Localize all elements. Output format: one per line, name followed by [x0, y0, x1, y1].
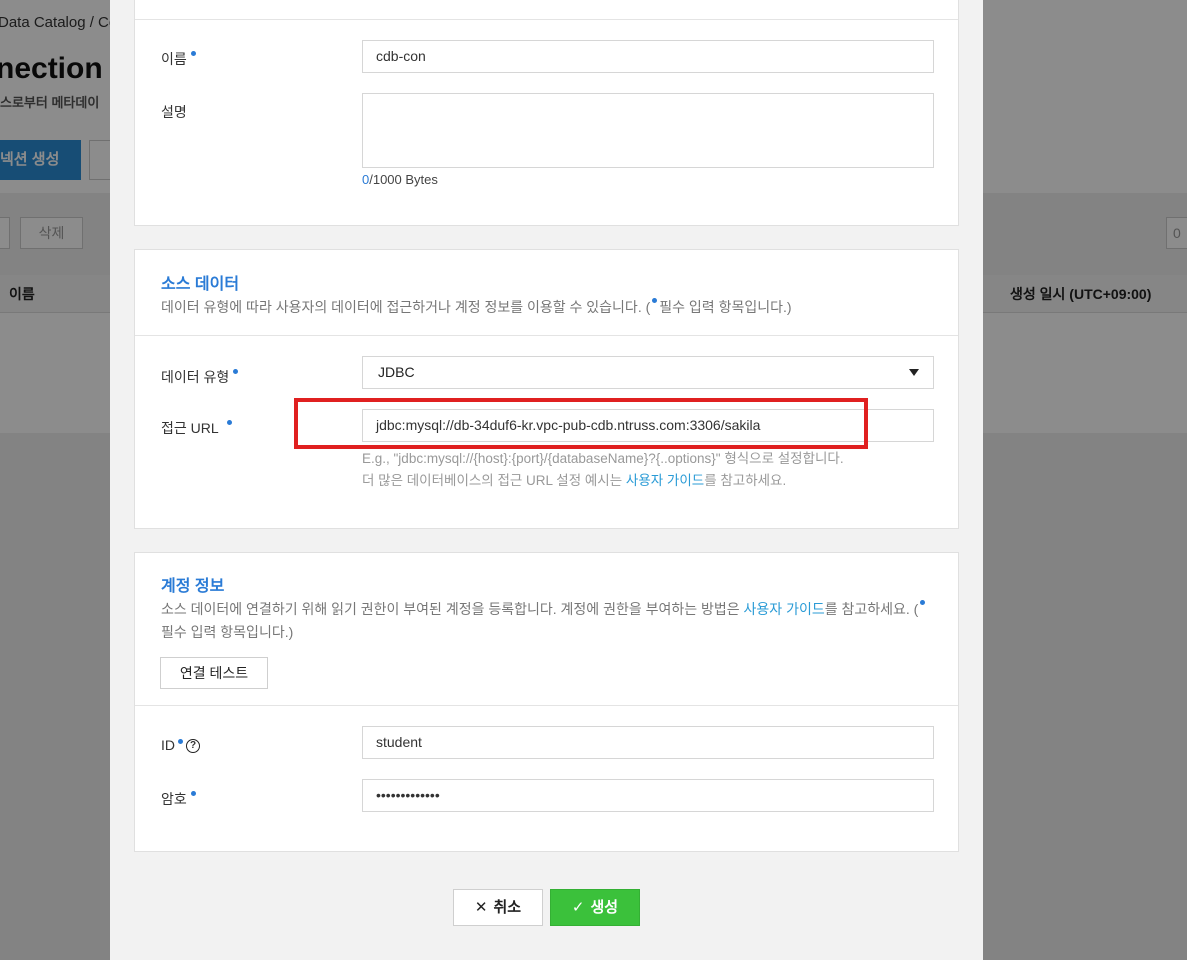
account-section-title: 계정 정보 — [161, 578, 225, 595]
check-icon: ✓ — [571, 899, 585, 916]
required-dot-icon — [920, 600, 926, 605]
description-textarea[interactable] — [362, 93, 934, 168]
helper-prefix: 더 많은 데이터베이스의 접근 URL 설정 예시는 — [362, 473, 626, 488]
data-type-select[interactable]: JDBC — [362, 356, 934, 389]
required-dot-icon — [178, 739, 183, 744]
password-label: 암호 — [161, 789, 196, 809]
account-section-desc: 소스 데이터에 연결하기 위해 읽기 권한이 부여된 계정을 등록합니다. 계정… — [161, 598, 927, 644]
access-url-label-text: 접근 URL — [161, 420, 219, 436]
byte-counter: 0/1000 Bytes — [362, 172, 438, 187]
close-icon: ✕ — [474, 899, 488, 916]
id-label-text: ID — [161, 737, 175, 753]
access-url-label: 접근 URL — [161, 418, 232, 438]
name-label-text: 이름 — [161, 51, 187, 67]
required-dot-icon — [226, 420, 232, 425]
account-info-card: 계정 정보 소스 데이터에 연결하기 위해 읽기 권한이 부여된 계정을 등록합… — [134, 552, 959, 852]
source-data-card: 소스 데이터 데이터 유형에 따라 사용자의 데이터에 접근하거나 계정 정보를… — [134, 249, 959, 529]
user-guide-link[interactable]: 사용자 가이드 — [626, 473, 704, 488]
create-button[interactable]: ✓ 생성 — [550, 889, 640, 926]
data-type-label: 데이터 유형 — [161, 367, 239, 387]
caret-down-icon — [909, 369, 919, 376]
account-desc-prefix: 소스 데이터에 연결하기 위해 읽기 권한이 부여된 계정을 등록합니다. 계정… — [161, 601, 744, 617]
source-desc-suffix: 필수 입력 항목입니다.) — [659, 299, 792, 315]
divider — [135, 19, 958, 20]
account-desc-mid: 를 참고하세요. ( — [824, 601, 919, 617]
id-label: ID? — [161, 737, 200, 754]
url-helper-guide: 더 많은 데이터베이스의 접근 URL 설정 예시는 사용자 가이드를 참고하세… — [362, 470, 786, 492]
id-input[interactable]: student — [362, 726, 934, 759]
required-dot-icon — [652, 298, 658, 303]
divider — [135, 705, 958, 706]
name-label: 이름 — [161, 49, 196, 69]
connection-test-button[interactable]: 연결 테스트 — [160, 657, 268, 689]
create-connection-modal: 이름 cdb-con 설명 0/1000 Bytes 소스 데이터 데이터 유형… — [110, 0, 983, 960]
password-input[interactable]: ••••••••••••• — [362, 779, 934, 812]
required-dot-icon — [233, 369, 239, 374]
required-dot-icon — [190, 791, 196, 796]
cancel-label: 취소 — [493, 899, 522, 916]
data-type-label-text: 데이터 유형 — [161, 369, 230, 385]
data-type-value: JDBC — [378, 364, 415, 380]
byte-limit: /1000 Bytes — [369, 172, 438, 187]
basic-info-card: 이름 cdb-con 설명 0/1000 Bytes — [134, 0, 959, 226]
cancel-button[interactable]: ✕ 취소 — [453, 889, 543, 926]
required-dot-icon — [190, 51, 196, 56]
help-icon[interactable]: ? — [186, 739, 200, 754]
url-highlight-box — [294, 398, 868, 449]
source-desc-prefix: 데이터 유형에 따라 사용자의 데이터에 접근하거나 계정 정보를 이용할 수 … — [161, 299, 651, 315]
account-user-guide-link[interactable]: 사용자 가이드 — [744, 601, 825, 617]
divider — [135, 335, 958, 336]
helper-suffix: 를 참고하세요. — [704, 473, 787, 488]
password-label-text: 암호 — [161, 791, 187, 807]
url-helper-text: E.g., "jdbc:mysql://{host}:{port}/{datab… — [362, 451, 844, 466]
source-section-title: 소스 데이터 — [161, 276, 240, 293]
source-section-desc: 데이터 유형에 따라 사용자의 데이터에 접근하거나 계정 정보를 이용할 수 … — [161, 296, 792, 319]
description-label: 설명 — [161, 104, 187, 120]
account-desc-line2: 필수 입력 항목입니다.) — [161, 624, 294, 640]
create-label: 생성 — [590, 899, 619, 916]
name-input[interactable]: cdb-con — [362, 40, 934, 73]
